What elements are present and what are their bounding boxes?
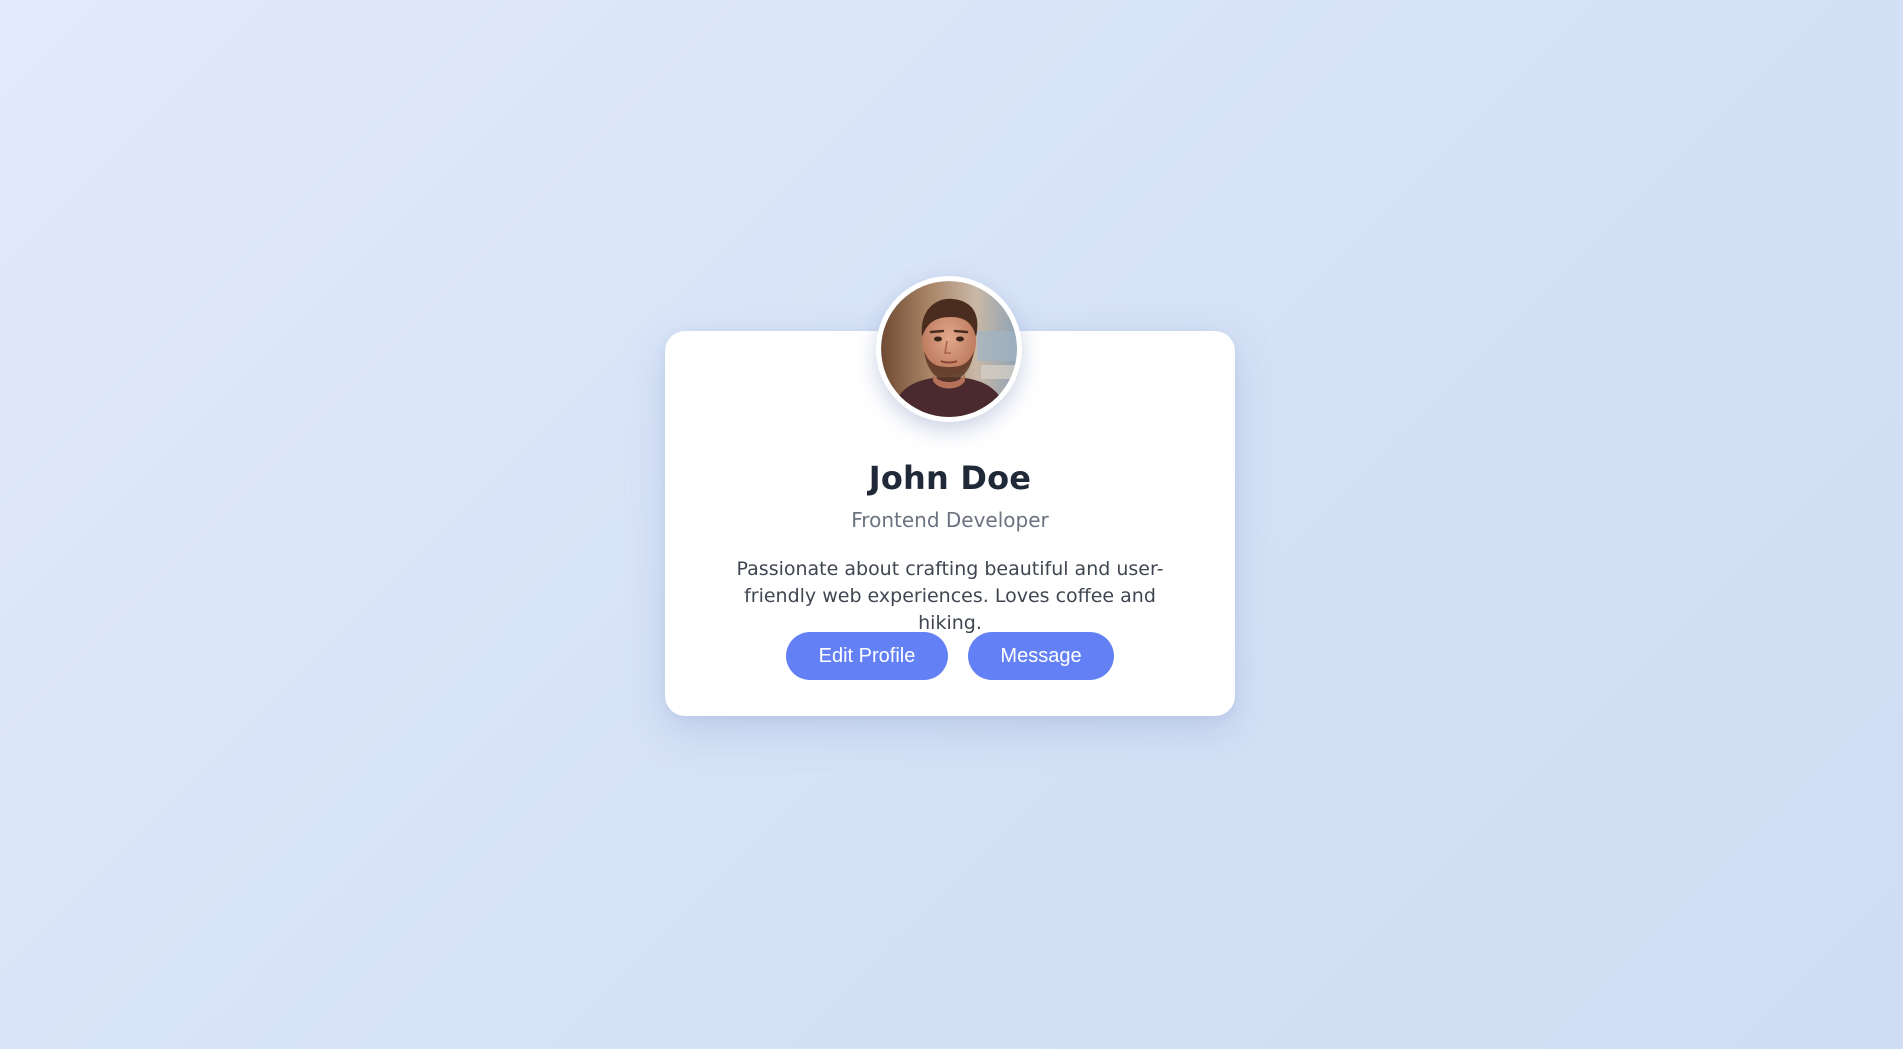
profile-bio: Passionate about crafting beautiful and … [736, 558, 1164, 634]
avatar [876, 276, 1022, 422]
profile-role: Frontend Developer [851, 508, 1049, 532]
profile-actions: Edit Profile Message [665, 632, 1235, 680]
edit-profile-button[interactable]: Edit Profile [786, 632, 948, 680]
profile-name: John Doe [868, 459, 1032, 497]
profile-photo [881, 281, 1017, 417]
message-button[interactable]: Message [968, 632, 1114, 680]
